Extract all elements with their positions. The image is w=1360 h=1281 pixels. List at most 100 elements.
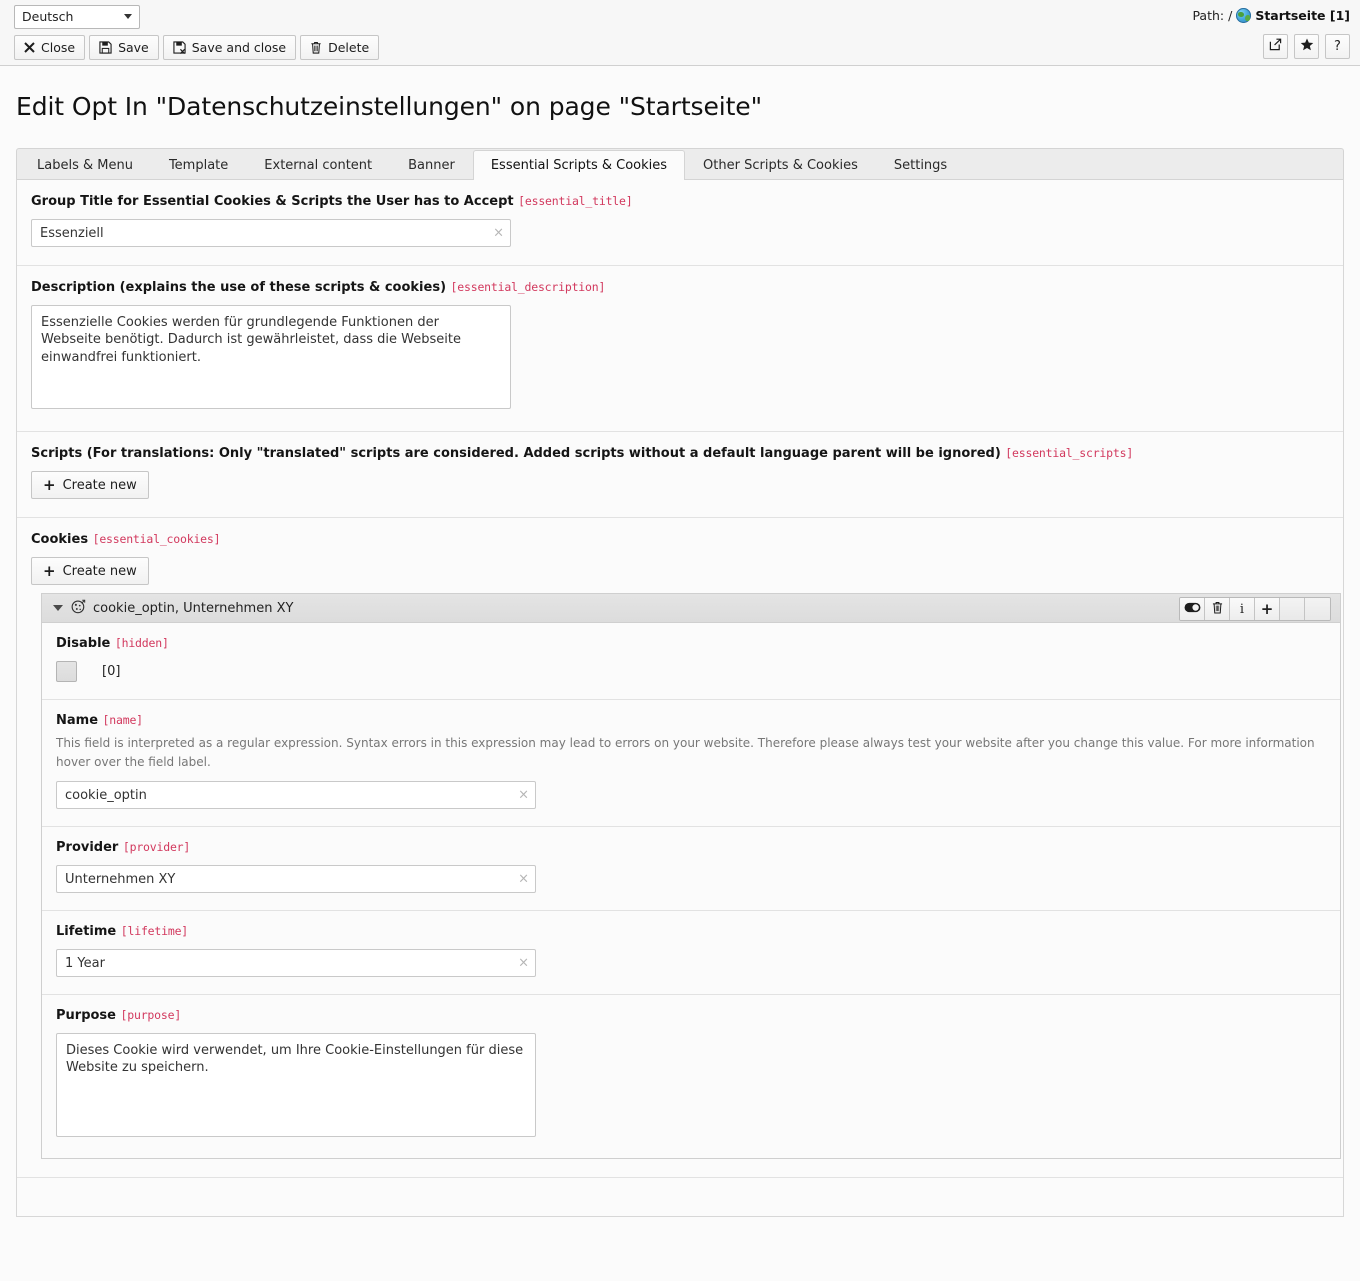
tab-bar: Labels & Menu Template External content … [16,148,1344,179]
trash-icon [1212,601,1223,618]
tab-banner[interactable]: Banner [390,150,473,180]
breadcrumb: Path: / Startseite [1] [1192,8,1350,23]
add-record-button[interactable]: + [1255,598,1280,620]
delete-record-button[interactable] [1205,598,1230,620]
name-input-wrapper: × [56,781,536,809]
purpose-label: Purpose [purpose] [56,1008,1326,1023]
action-toolbar: Close Save Save and close [14,35,383,60]
cookies-key: [essential_cookies] [93,532,221,546]
cookie-record-header[interactable]: cookie_optin, Unternehmen XY [42,594,1340,623]
tab-template[interactable]: Template [151,150,246,180]
clear-icon[interactable]: × [518,789,529,802]
field-purpose: Purpose [purpose] Dieses Cookie wird ver… [42,995,1340,1158]
star-icon [1300,38,1314,55]
purpose-textarea[interactable]: Dieses Cookie wird verwendet, um Ihre Co… [56,1033,536,1137]
description-textarea[interactable]: Essenzielle Cookies werden für grundlege… [31,305,511,409]
cookie-record-title: cookie_optin, Unternehmen XY [93,601,293,616]
field-lifetime: Lifetime [lifetime] × [42,911,1340,995]
open-in-new-window-button[interactable] [1263,34,1288,59]
essential-scripts-cookies-panel: Group Title for Essential Cookies & Scri… [16,179,1344,1217]
toggle-switch-icon [1184,602,1201,617]
group-title-input-wrapper: × [31,219,511,247]
group-title-input[interactable] [31,219,511,247]
provider-label-text: Provider [56,840,118,855]
close-button-label: Close [41,40,75,55]
lifetime-input[interactable] [56,949,536,977]
close-button[interactable]: Close [14,35,85,60]
scripts-create-new-label: Create new [63,478,137,493]
chevron-down-icon[interactable] [53,605,63,611]
field-cookies: Cookies [essential_cookies] + Create new [17,518,1343,1178]
provider-input[interactable] [56,865,536,893]
field-provider: Provider [provider] × [42,827,1340,911]
lifetime-key: [lifetime] [121,924,188,938]
description-label: Description (explains the use of these s… [31,280,1329,295]
cookies-create-new-label: Create new [63,564,137,579]
question-mark-icon: ? [1334,39,1341,54]
language-select[interactable]: Deutsch [14,5,140,29]
name-input[interactable] [56,781,536,809]
provider-key: [provider] [123,840,190,854]
name-key: [name] [103,713,143,727]
provider-label: Provider [provider] [56,840,1326,855]
cookies-create-new-button[interactable]: + Create new [31,557,149,585]
scripts-key: [essential_scripts] [1005,446,1133,460]
toggle-visibility-button[interactable] [1180,598,1205,620]
field-description: Description (explains the use of these s… [17,266,1343,432]
tab-settings[interactable]: Settings [876,150,965,180]
record-info-button[interactable]: i [1230,598,1255,620]
field-scripts: Scripts (For translations: Only "transla… [17,432,1343,518]
tab-essential-scripts-cookies[interactable]: Essential Scripts & Cookies [473,150,685,180]
save-button-label: Save [118,40,149,55]
description-label-text: Description (explains the use of these s… [31,280,446,295]
spacer-button-1 [1280,598,1305,620]
tab-other-scripts-cookies[interactable]: Other Scripts & Cookies [685,150,876,180]
cookie-record-actions: i + [1179,597,1331,621]
name-help-text: This field is interpreted as a regular e… [56,734,1326,771]
plus-icon: + [43,564,56,579]
clear-icon[interactable]: × [518,873,529,886]
help-button[interactable]: ? [1325,34,1350,59]
name-label: Name [name] [56,713,1326,728]
cookies-label-text: Cookies [31,532,88,547]
scripts-create-new-button[interactable]: + Create new [31,471,149,499]
top-right-buttons: ? [1263,34,1350,59]
path-node[interactable]: Startseite [1] [1255,8,1350,23]
group-title-label-text: Group Title for Essential Cookies & Scri… [31,194,514,209]
save-disk-icon [99,41,112,54]
delete-button[interactable]: Delete [300,35,379,60]
favorite-button[interactable] [1294,34,1319,59]
field-group-title: Group Title for Essential Cookies & Scri… [17,180,1343,266]
tab-external-content[interactable]: External content [246,150,390,180]
tab-bar-wrapper: Labels & Menu Template External content … [16,148,1344,179]
scripts-label-text: Scripts (For translations: Only "transla… [31,446,1001,461]
clear-icon[interactable]: × [493,227,504,240]
clear-icon[interactable]: × [518,957,529,970]
cookie-record: cookie_optin, Unternehmen XY [41,593,1341,1159]
delete-button-label: Delete [328,40,369,55]
disable-key: [hidden] [115,636,169,650]
globe-icon [1236,8,1251,23]
save-and-close-button[interactable]: Save and close [163,35,296,60]
save-close-disk-icon [173,41,186,54]
disable-label: Disable [hidden] [56,636,1326,651]
field-name: Name [name] This field is interpreted as… [42,700,1340,827]
field-disable: Disable [hidden] [0] [42,623,1340,700]
page-title: Edit Opt In "Datenschutzeinstellungen" o… [16,92,1360,121]
language-select-wrapper: Deutsch [14,5,140,29]
purpose-label-text: Purpose [56,1008,116,1023]
save-button[interactable]: Save [89,35,159,60]
lifetime-label: Lifetime [lifetime] [56,924,1326,939]
tab-labels-menu[interactable]: Labels & Menu [19,150,151,180]
spacer-button-2 [1305,598,1330,620]
top-toolbar: Deutsch Path: / Startseite [1] Close Sav… [0,0,1360,66]
description-key: [essential_description] [451,280,606,294]
external-link-icon [1269,38,1282,55]
disable-checkbox[interactable] [56,661,77,682]
close-x-icon [24,42,35,53]
disable-value: [0] [102,664,120,679]
name-label-text: Name [56,713,98,728]
plus-icon: + [43,478,56,493]
provider-input-wrapper: × [56,865,536,893]
panel-footer [17,1178,1343,1216]
